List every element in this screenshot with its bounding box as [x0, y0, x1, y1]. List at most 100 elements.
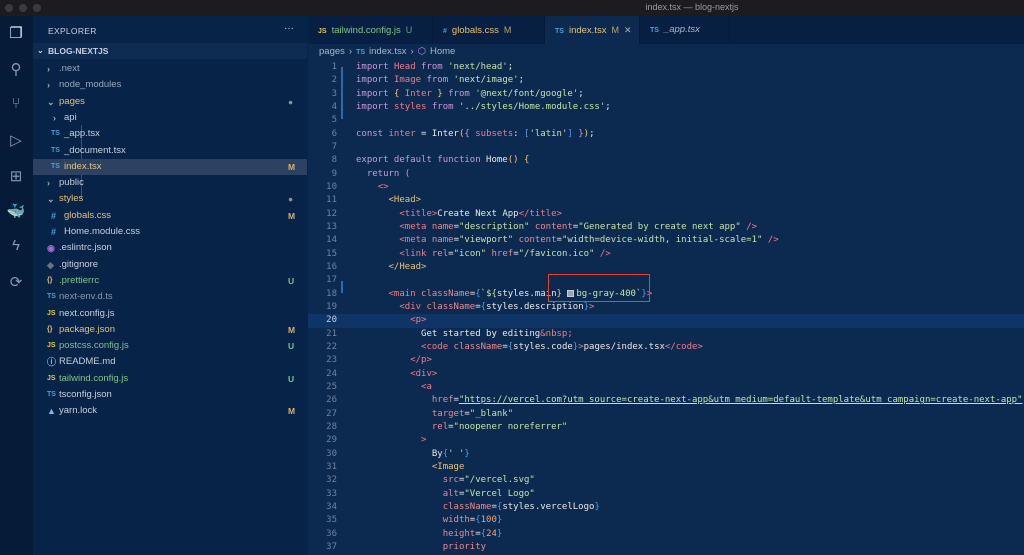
file-tree-item[interactable]: › .next — [33, 61, 307, 77]
code-line: 19 <div className={styles.description}> — [308, 301, 1024, 314]
file-tree-item[interactable]: ▲ yarn.lock M — [33, 403, 307, 419]
code-token: "viewport" — [458, 235, 519, 246]
close-tab-icon[interactable]: ✕ — [624, 25, 632, 35]
docker-icon[interactable]: 🐳 — [6, 202, 26, 222]
file-name: _document.tsx — [64, 144, 126, 156]
code-text: height={24} — [356, 528, 503, 541]
file-tree-item[interactable]: TS _document.tsx — [33, 143, 307, 159]
line-number: 37 — [326, 541, 337, 552]
code-token: from — [426, 75, 454, 86]
file-name: postcss.config.js — [59, 340, 129, 352]
tab-index-tsx[interactable]: TS index.tsx M ✕ — [545, 16, 640, 44]
code-editor[interactable]: 1 import Head from 'next/head'; 2 import Im… — [308, 60, 1024, 555]
lightning-icon[interactable]: ϟ — [6, 236, 26, 256]
search-icon[interactable]: ⚲ — [6, 60, 26, 80]
file-tree-item[interactable]: TS _app.tsx — [33, 126, 307, 142]
file-name: .gitignore — [59, 258, 99, 270]
file-tree-item[interactable]: ◉ .eslintrc.json — [33, 240, 307, 256]
file-type-icon: TS — [51, 130, 60, 138]
code-line: 36 height={24} — [308, 528, 1024, 541]
file-tree-item[interactable]: # Home.module.css — [33, 224, 307, 240]
code-text: <link rel="icon" href="/favicon.ico" /> — [356, 248, 610, 261]
tab-tailwind-config-js[interactable]: JS tailwind.config.js U — [308, 16, 433, 44]
file-tree-item[interactable]: JS tailwind.config.js U — [33, 371, 307, 387]
file-tree-item[interactable]: › api — [33, 110, 307, 126]
breadcrumb: pages › TS index.tsx › ⬡ Home — [319, 46, 459, 57]
code-token: : — [513, 128, 525, 139]
file-type-icon: ▲ — [47, 406, 56, 417]
remote-icon[interactable]: ⟳ — [6, 273, 26, 293]
line-number: 24 — [326, 368, 337, 379]
file-tree-item[interactable]: TS next-env.d.ts — [33, 289, 307, 305]
line-number: 25 — [326, 381, 337, 392]
line-number: 33 — [326, 488, 337, 499]
line-number: 14 — [326, 235, 337, 246]
explorer-title: EXPLORER — [48, 26, 97, 36]
code-text: import { Inter } from '@next/font/google… — [356, 88, 584, 101]
file-tree-item[interactable]: › node_modules — [33, 77, 307, 93]
file-tree-item[interactable]: {} package.json M — [33, 322, 307, 338]
maximize-window-button[interactable] — [33, 4, 41, 12]
code-line: 30 By{' '} — [308, 448, 1024, 461]
extensions-icon[interactable]: ⊞ — [6, 167, 26, 187]
file-tree-item[interactable]: {} .prettierrc U — [33, 273, 307, 289]
code-token: Head — [393, 62, 422, 72]
file-tree-item[interactable]: TS tsconfig.json — [33, 387, 307, 403]
file-tree-item[interactable]: # globals.css M — [33, 208, 307, 224]
code-line: 4 import styles from '../styles/Home.modu… — [308, 101, 1024, 114]
code-token: styles.description — [486, 301, 584, 312]
tab-label: tailwind.config.js — [331, 25, 401, 36]
tab--app-tsx[interactable]: TS _app.tsx — [640, 16, 730, 44]
explorer-icon[interactable]: ❐ — [6, 24, 26, 44]
file-tree-item[interactable]: ⌄ styles ● — [33, 191, 307, 207]
code-line: 13 <meta name="description" content="Gen… — [308, 221, 1024, 234]
breadcrumb-symbol[interactable]: Home — [430, 46, 455, 57]
code-line: 3 import { Inter } from '@next/font/googl… — [308, 88, 1024, 101]
source-control-icon[interactable]: ⑂ — [6, 94, 26, 114]
code-token: <div — [399, 301, 427, 312]
file-tree-item[interactable]: ⓘ README.md — [33, 354, 307, 370]
code-token: export default function — [356, 155, 487, 166]
file-type-icon: JS — [47, 342, 56, 350]
file-name: .eslintrc.json — [59, 242, 112, 254]
line-number: 31 — [326, 461, 337, 472]
code-token: <Image — [431, 461, 465, 472]
tab-globals-css[interactable]: # globals.css M — [433, 16, 545, 44]
code-token: } — [496, 515, 503, 526]
code-line: 15 <link rel="icon" href="/favicon.ico" … — [308, 248, 1024, 261]
chevron-down-icon: ⌄ — [47, 194, 55, 205]
code-text: </Head> — [356, 261, 427, 274]
git-status-badge: U — [288, 373, 295, 384]
file-tree-item[interactable]: TS index.tsx M — [33, 158, 307, 176]
code-line: 18 <main className={`${styles.main} bg-g… — [308, 288, 1024, 301]
file-type-icon: ◆ — [47, 259, 54, 270]
code-token: "https://vercel.com?utm_source=create-ne… — [458, 395, 1023, 406]
code-line: 9 return ( — [308, 168, 1024, 181]
file-tree-item[interactable]: ◆ .gitignore — [33, 257, 307, 273]
file-tree-item[interactable]: JS next.config.js — [33, 306, 307, 322]
line-number: 15 — [326, 248, 337, 259]
code-text: </p> — [356, 354, 432, 367]
breadcrumb-pages[interactable]: pages — [319, 46, 345, 57]
code-token: import — [356, 75, 394, 86]
file-name: _app.tsx — [64, 128, 100, 140]
more-actions-button[interactable]: ··· — [284, 23, 294, 34]
file-tree-item[interactable]: JS postcss.config.js U — [33, 338, 307, 354]
file-tree-item[interactable]: › public — [33, 175, 307, 191]
minimize-window-button[interactable] — [19, 4, 27, 12]
line-number: 32 — [326, 475, 337, 486]
file-tree-item[interactable]: ⌄ pages ● — [33, 94, 307, 110]
code-text: <title>Create Next App</title> — [356, 208, 562, 221]
file-type-icon: TS — [51, 162, 60, 170]
breadcrumb-file[interactable]: index.tsx — [369, 46, 407, 57]
project-folder-header[interactable]: ⌄ BLOG-NEXTJS — [33, 43, 307, 59]
close-window-button[interactable] — [5, 4, 13, 12]
run-debug-icon[interactable]: ▷ — [6, 131, 26, 151]
